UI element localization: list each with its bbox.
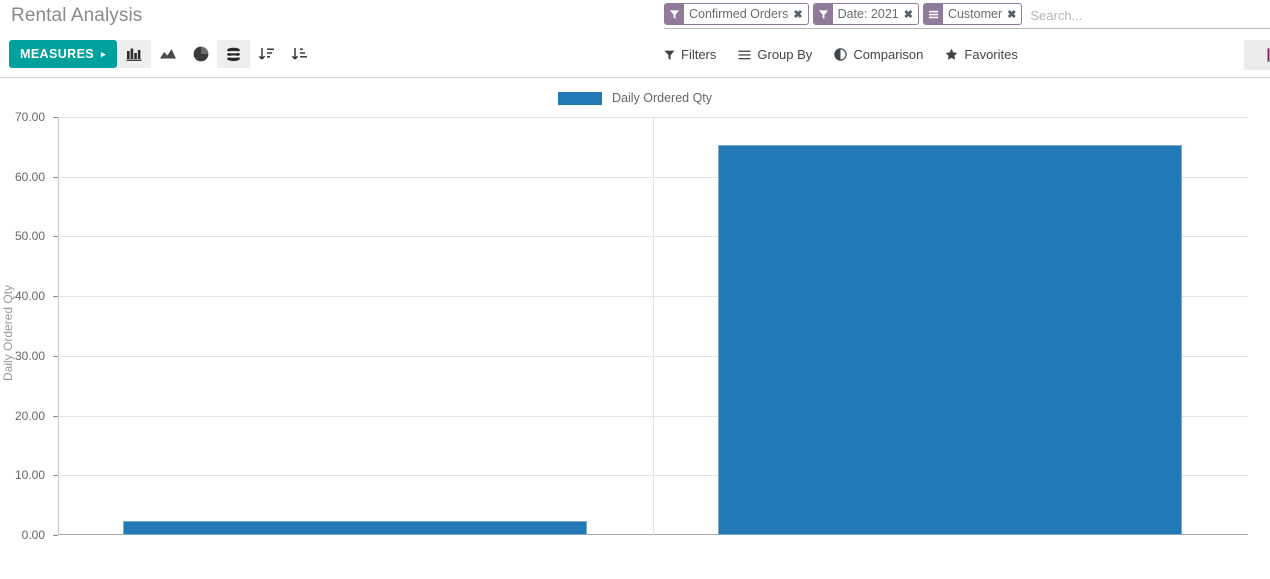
legend-label: Daily Ordered Qty (611, 91, 713, 105)
y-axis-tick (53, 176, 58, 178)
facet-confirmed-orders[interactable]: Confirmed Orders ✖ (664, 3, 809, 25)
sort-ascending-button[interactable] (283, 40, 316, 68)
favorites-label: Favorites (964, 47, 1018, 62)
legend-swatch (557, 91, 602, 105)
y-axis-tick-label: 50.00 (14, 229, 45, 244)
comparison-label: Comparison (853, 47, 924, 62)
search-input[interactable] (1026, 3, 1270, 28)
filters-menu[interactable]: Filters (664, 47, 716, 62)
filters-label: Filters (681, 47, 717, 62)
chart-bar[interactable] (123, 521, 587, 535)
filter-icon (813, 4, 833, 24)
contrast-icon (834, 48, 848, 61)
chart-area: Daily Ordered Qty 0.00 10.00 20.00 30.00 40.… (0, 78, 1270, 579)
bar-chart-view-button[interactable] (118, 40, 151, 68)
measures-button[interactable]: MEASURES ▸ (9, 40, 117, 68)
y-axis-tick-label: 0.00 (21, 528, 45, 542)
y-axis-tick (53, 415, 58, 417)
y-axis-tick (53, 535, 58, 536)
y-axis-tick (53, 296, 58, 298)
control-panel-bottom: MEASURES ▸ Filters Group By Comparison F… (0, 32, 1270, 77)
filter-icon (665, 4, 684, 24)
list-icon (738, 49, 751, 61)
close-icon[interactable]: ✖ (903, 4, 918, 24)
view-switcher (118, 40, 316, 68)
y-axis-tick (53, 475, 58, 477)
pager-control[interactable] (1244, 40, 1270, 70)
star-icon (945, 48, 958, 61)
chart-bar[interactable] (718, 145, 1182, 535)
y-axis-tick-label: 40.00 (14, 289, 45, 304)
y-axis-tick (53, 355, 58, 357)
line-chart-view-button[interactable] (151, 40, 184, 68)
facet-label: Confirmed Orders (689, 7, 789, 21)
pie-chart-view-button[interactable] (184, 40, 217, 68)
y-axis-tick-label: 30.00 (14, 348, 45, 363)
close-icon[interactable]: ✖ (792, 4, 807, 24)
favorites-menu[interactable]: Favorites (945, 47, 1018, 62)
y-axis-tick-label: 70.00 (14, 110, 45, 124)
gridline-vertical (653, 117, 654, 535)
search-view[interactable]: Confirmed Orders ✖ Date: 2021 ✖ Customer… (664, 3, 1270, 29)
y-axis-title: Daily Ordered Qty (1, 284, 15, 382)
y-axis-tick-label: 60.00 (14, 169, 45, 184)
comparison-menu[interactable]: Comparison (834, 47, 923, 62)
plot-area (53, 117, 1248, 536)
control-panel: Rental Analysis Confirmed Orders ✖ Date:… (0, 0, 1270, 78)
chart-legend[interactable]: Daily Ordered Qty (0, 91, 1270, 105)
chevron-right-icon: ▸ (101, 48, 106, 59)
group-by-menu[interactable]: Group By (738, 47, 812, 62)
page-title: Rental Analysis (11, 5, 143, 26)
y-axis-tick (53, 236, 58, 238)
measures-label: MEASURES (20, 47, 95, 61)
y-axis-line (58, 117, 59, 535)
sort-descending-button[interactable] (250, 40, 283, 68)
stacked-view-button[interactable] (217, 40, 250, 68)
filter-icon (664, 49, 675, 61)
group-by-icon (923, 4, 943, 24)
facet-date[interactable]: Date: 2021 ✖ (812, 3, 919, 25)
y-axis-tick (53, 117, 58, 118)
facet-label: Date: 2021 (837, 7, 899, 21)
y-axis-tick-label: 20.00 (14, 408, 45, 423)
facet-customer[interactable]: Customer ✖ (922, 3, 1023, 25)
facet-label: Customer (947, 7, 1003, 21)
y-axis-tick-label: 10.00 (14, 468, 45, 483)
group-by-label: Group By (757, 47, 813, 62)
control-panel-menus: Filters Group By Comparison Favorites (664, 32, 1018, 77)
close-icon[interactable]: ✖ (1006, 4, 1021, 24)
